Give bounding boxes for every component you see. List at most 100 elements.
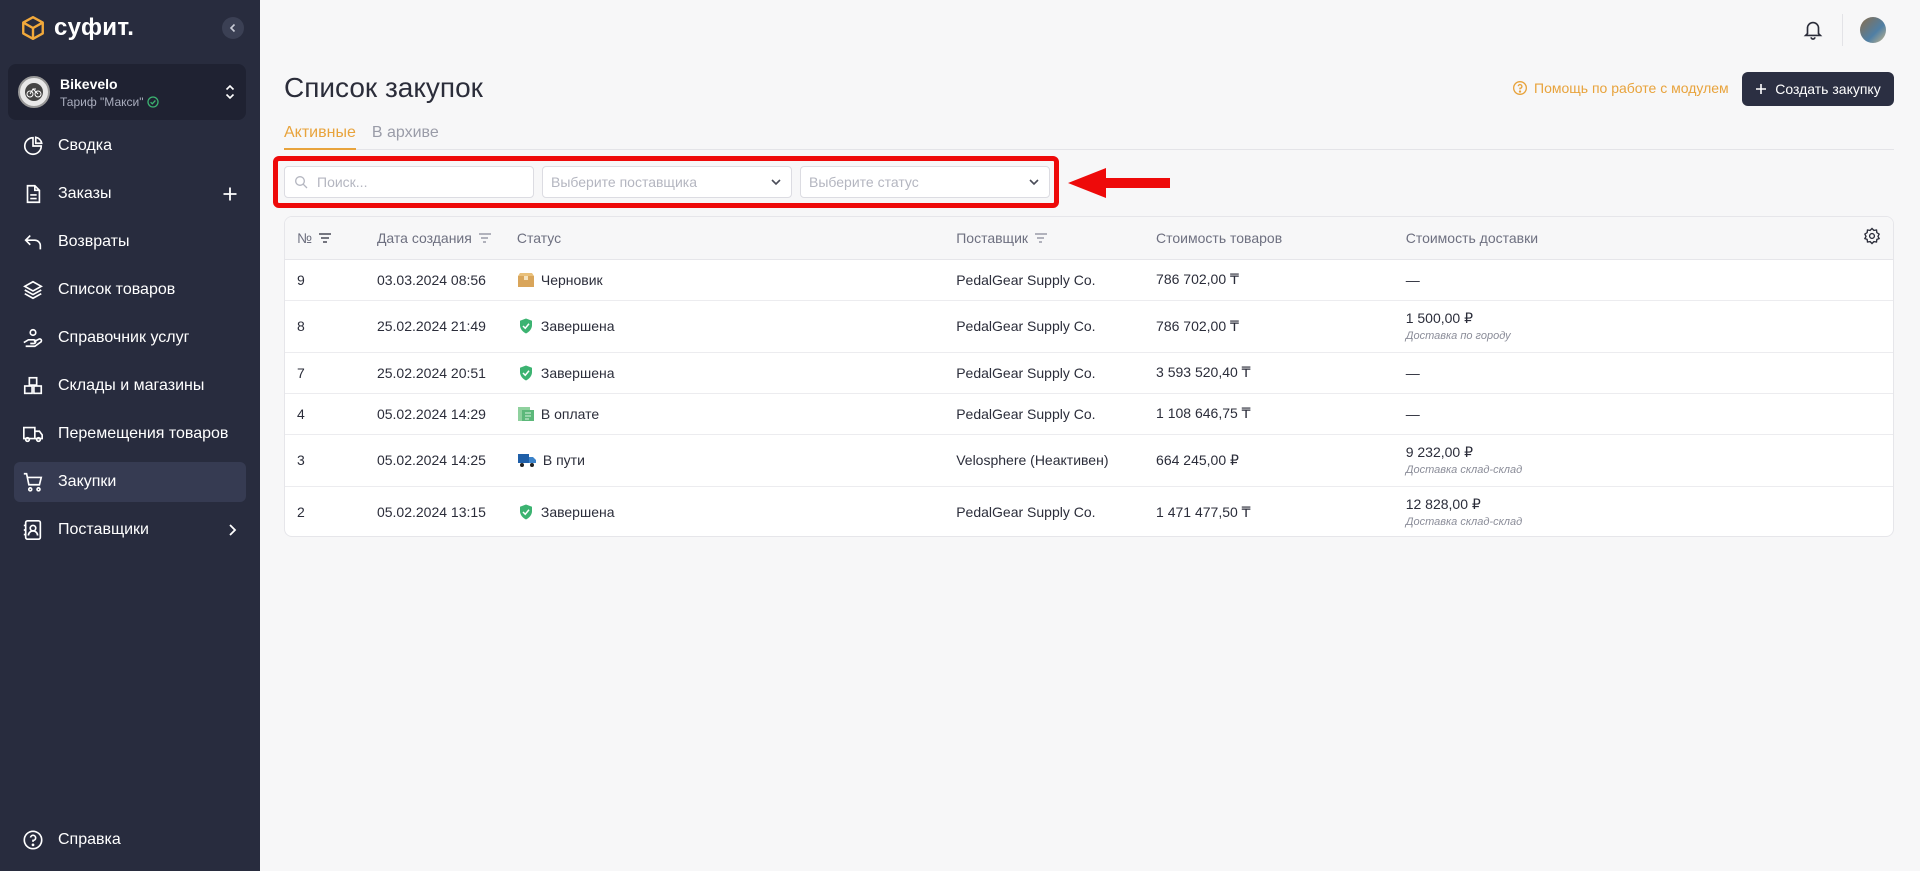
sidebar-item-summary[interactable]: Сводка [14, 126, 246, 166]
plus-icon [1756, 84, 1767, 94]
account-switcher[interactable]: Bikevelo Тариф "Макси" [8, 64, 246, 120]
search-placeholder: Поиск... [317, 174, 368, 190]
sidebar-item-orders[interactable]: Заказы [14, 174, 246, 214]
plus-icon[interactable] [222, 186, 238, 202]
tab-archive[interactable]: В архиве [372, 124, 439, 150]
sidebar-item-warehouses[interactable]: Склады и магазины [14, 366, 246, 406]
delivery-cost-value: 12 828,00 ₽ [1405, 496, 1481, 513]
notifications-button[interactable] [1802, 18, 1824, 45]
column-header-delivery-cost: Стоимость доставки [1393, 217, 1833, 260]
column-header-number[interactable]: № [285, 217, 365, 260]
cell-number: 7 [285, 352, 365, 394]
status-label: В оплате [540, 405, 600, 422]
settings-gear-icon [1863, 227, 1881, 245]
table-row[interactable]: 7 25.02.2024 20:51 Завершена PedalGear S… [285, 352, 1893, 394]
sidebar-item-products[interactable]: Список товаров [14, 270, 246, 310]
table-row[interactable]: 3 05.02.2024 14:25 В пути Velosphere (Не… [285, 434, 1893, 487]
cell-empty [1832, 393, 1893, 435]
check-circle-icon [147, 95, 160, 108]
status-label: Завершена [540, 504, 615, 521]
sort-icon [478, 233, 491, 243]
cell-date: 25.02.2024 21:49 [364, 300, 505, 353]
truck-icon [23, 426, 43, 443]
shield-check-icon [519, 318, 532, 334]
sidebar-item-suppliers[interactable]: Поставщики [14, 510, 246, 550]
cell-empty [1832, 352, 1893, 394]
cell-goods-cost: 664 245,00 ₽ [1144, 434, 1394, 487]
cart-icon [23, 472, 43, 492]
cell-date: 05.02.2024 13:15 [376, 504, 486, 521]
chevron-left-icon [229, 23, 236, 33]
user-avatar[interactable] [1860, 17, 1886, 43]
cell-number: 8 [285, 300, 365, 353]
column-header-goods-cost: Стоимость товаров [1144, 217, 1394, 260]
cell-supplier: Velosphere (Неактивен) [944, 434, 1145, 487]
cell-supplier: PedalGear Supply Co. [944, 259, 1145, 301]
cell-delivery-cost: 1 500,00 ₽ Доставка по городу [1393, 300, 1833, 353]
table-row[interactable]: 8 25.02.2024 21:49 Завершена PedalGear S… [285, 300, 1893, 353]
red-arrow-annotation [1068, 168, 1170, 198]
box-icon [517, 272, 534, 287]
cell-status: В пути [504, 434, 945, 487]
cell-delivery-cost: — [1393, 352, 1833, 394]
tab-active[interactable]: Активные [284, 124, 356, 150]
cell-supplier: PedalGear Supply Co. [944, 393, 1145, 435]
cell-date: 03.03.2024 08:56 [364, 259, 505, 301]
table-row[interactable]: 9 03.03.2024 08:56 Черновик PedalGear Su… [285, 259, 1893, 301]
supplier-placeholder: Выберите поставщика [551, 174, 697, 190]
cell-number: 2 [297, 504, 305, 521]
sidebar-item-returns[interactable]: Возвраты [14, 222, 246, 262]
cell-date: 05.02.2024 14:25 [364, 434, 505, 487]
cell-empty [1832, 434, 1893, 487]
module-help-link[interactable]: Помощь по работе с модулем [1512, 80, 1729, 96]
sidebar-item-help[interactable]: Справка [14, 820, 246, 860]
delivery-cost-value: 1 500,00 ₽ [1405, 310, 1473, 326]
sidebar-item-label: Закупки [58, 473, 117, 490]
column-header-label: Стоимость доставки [1405, 229, 1539, 246]
account-plan-label: Тариф "Макси" [60, 94, 144, 109]
return-arrow-icon [24, 234, 42, 250]
cell-status: Черновик [504, 259, 945, 301]
cell-status: Завершена [504, 300, 945, 353]
sidebar-item-transfers[interactable]: Перемещения товаров [14, 414, 246, 454]
delivery-cost-value: — [1405, 271, 1420, 288]
chart-pie-icon [23, 136, 43, 156]
table-settings-button[interactable] [1832, 217, 1893, 260]
column-header-label: Поставщик [956, 229, 1029, 246]
bell-icon [1803, 21, 1823, 40]
question-circle-icon [23, 830, 43, 850]
status-label: В пути [542, 452, 585, 468]
sidebar-item-label: Возвраты [58, 233, 130, 250]
cell-delivery-cost: 9 232,00 ₽ Доставка склад-склад [1393, 434, 1833, 487]
question-circle-icon [1513, 81, 1527, 95]
create-purchase-button[interactable]: Создать закупку [1742, 72, 1894, 106]
document-icon [26, 184, 41, 204]
sidebar-item-services[interactable]: Справочник услуг [14, 318, 246, 358]
sidebar-item-label: Перемещения товаров [58, 425, 229, 442]
sidebar-item-purchases[interactable]: Закупки [14, 462, 246, 502]
supplier-select[interactable]: Выберите поставщика [542, 166, 792, 198]
table-row[interactable]: 2 05.02.2024 13:15 Завершена PedalGear S… [285, 486, 1893, 536]
cell-supplier: PedalGear Supply Co. [956, 504, 1096, 521]
sidebar-item-label: Склады и магазины [58, 377, 205, 394]
create-purchase-label: Создать закупку [1775, 81, 1881, 97]
topbar-divider [1842, 14, 1843, 46]
column-header-supplier[interactable]: Поставщик [944, 217, 1145, 260]
chevron-updown-icon [225, 84, 235, 100]
cell-supplier: PedalGear Supply Co. [944, 300, 1145, 353]
table-row[interactable]: 4 05.02.2024 14:29 В оплате PedalGear Su… [285, 393, 1893, 435]
column-header-date[interactable]: Дата создания [364, 217, 505, 260]
contact-book-icon [23, 520, 42, 540]
column-header-label: Дата создания [376, 229, 472, 246]
status-select[interactable]: Выберите статус [800, 166, 1050, 198]
search-input[interactable]: Поиск... [284, 166, 534, 198]
shield-check-icon [519, 365, 532, 380]
cell-delivery-cost: — [1393, 259, 1833, 301]
logo[interactable]: суфит. [0, 0, 260, 56]
collapse-sidebar-button[interactable] [222, 17, 244, 39]
account-avatar [18, 76, 50, 108]
column-header-status: Статус [504, 217, 945, 260]
cell-status: Завершена [505, 486, 944, 536]
sidebar-item-label: Сводка [58, 137, 113, 154]
page-title: Список закупок [284, 72, 483, 103]
